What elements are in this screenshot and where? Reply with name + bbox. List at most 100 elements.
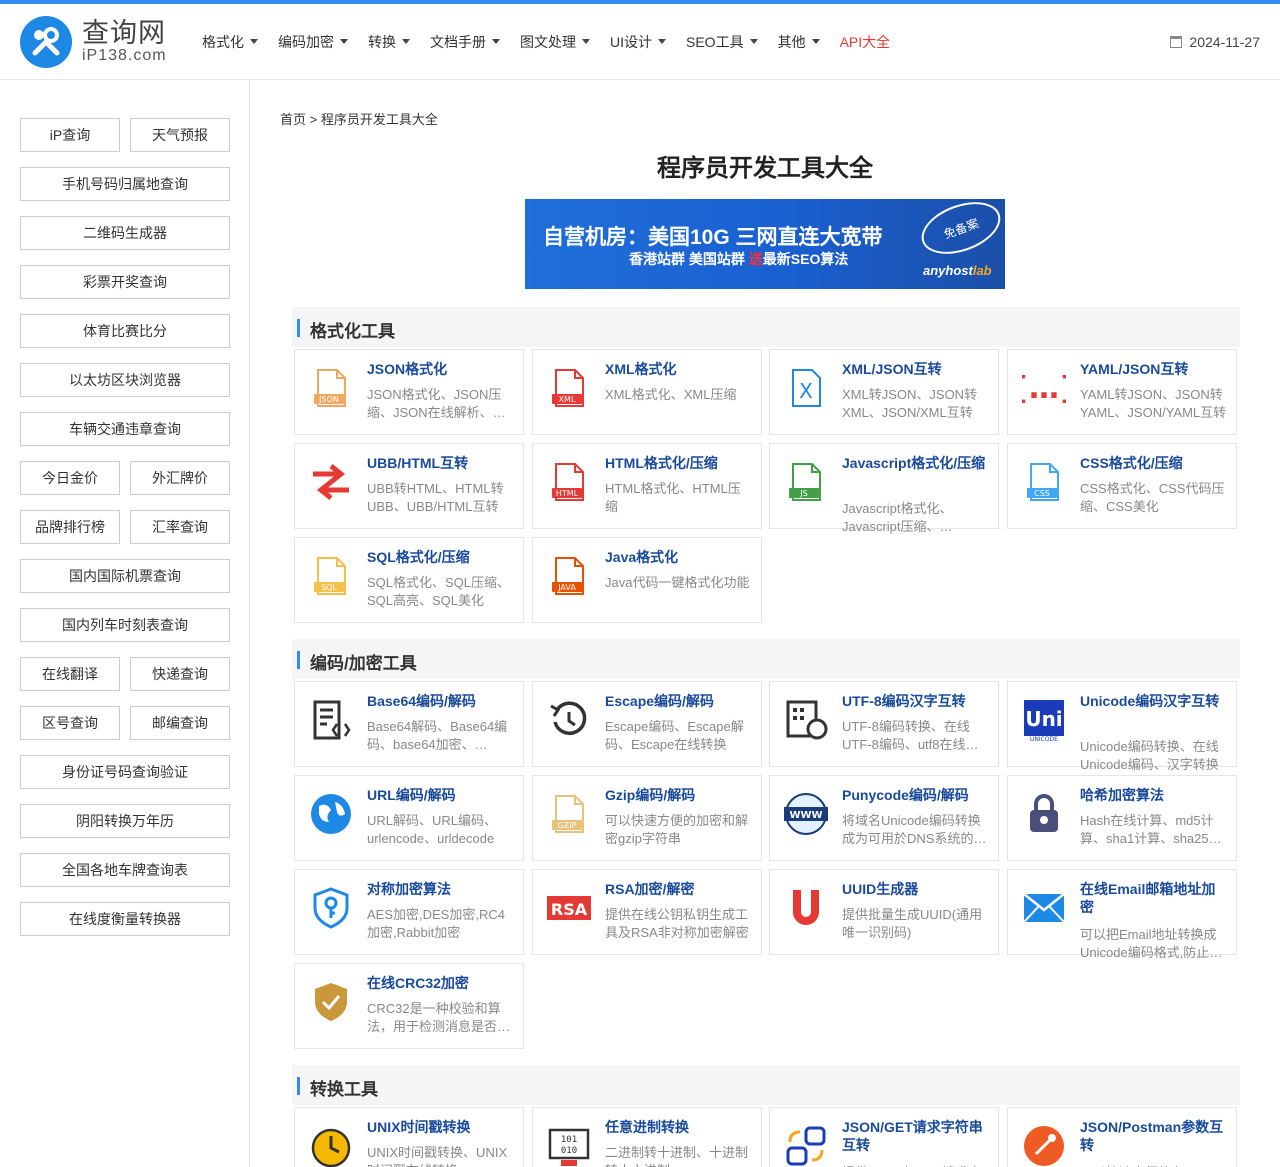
xml-file-icon: XML bbox=[547, 366, 591, 410]
sidebar-item[interactable]: 车辆交通违章查询 bbox=[20, 412, 230, 446]
tool-card[interactable]: UUID生成器 提供批量生成UUID(通用唯一识别码) bbox=[769, 869, 999, 955]
site-logo[interactable]: 查询网 iP138.com bbox=[20, 15, 190, 68]
tool-card[interactable]: JSON/Postman参数互转 可以快速方便的在JSON与Postman参数之… bbox=[1007, 1107, 1237, 1167]
java-file-icon: JAVA bbox=[547, 554, 591, 598]
tool-card[interactable]: 101010 任意进制转换 二进制转十进制、十进制转十六进制 bbox=[532, 1107, 762, 1167]
tool-card[interactable]: Base64编码/解码 Base64解码、Base64编码、base64加密、b… bbox=[294, 681, 524, 767]
tool-card[interactable]: SQL SQL格式化/压缩 SQL格式化、SQL压缩、SQL高亮、SQL美化 bbox=[294, 537, 524, 623]
nav-item-8[interactable]: API大全 bbox=[840, 32, 891, 52]
tool-card[interactable]: Uni UNICODE Unicode编码汉字互转 Unicode编码转换、在线U… bbox=[1007, 681, 1237, 772]
chevron-down-icon bbox=[340, 39, 348, 44]
nav-item-0[interactable]: 格式化 bbox=[202, 32, 258, 52]
chevron-down-icon bbox=[811, 39, 820, 44]
sidebar-item[interactable]: 邮编查询 bbox=[130, 706, 230, 740]
sidebar-item[interactable]: 汇率查询 bbox=[130, 510, 230, 544]
sql-file-icon: SQL bbox=[309, 554, 353, 598]
svg-text:HTML: HTML bbox=[556, 489, 579, 498]
nav-item-7[interactable]: 其他 bbox=[778, 32, 820, 52]
nav-item-label: 编码加密 bbox=[278, 33, 334, 50]
tool-card[interactable]: JAVA Java格式化 Java代码一键格式化功能 bbox=[532, 537, 762, 623]
sidebar-item[interactable]: 彩票开奖查询 bbox=[20, 265, 230, 299]
sidebar-item[interactable]: 在线翻译 bbox=[20, 657, 120, 691]
tool-card-title: CSS格式化/压缩 bbox=[1080, 455, 1183, 471]
tool-card[interactable]: 在线CRC32加密 CRC32是一种校验和算法，用于检测消息是否完整 bbox=[294, 963, 524, 1049]
banner-subline-c: 最新SEO算法 bbox=[762, 251, 849, 267]
tool-card[interactable]: UNIX时间戳转换 UNIX时间戳转换、UNIX时间戳在线转换 bbox=[294, 1107, 524, 1167]
tool-card[interactable]: 哈希加密算法 Hash在线计算、md5计算、sha1计算、sha256计算 bbox=[1007, 775, 1237, 861]
tool-card-desc: Escape编码、Escape解码、Escape在线转换 bbox=[605, 719, 744, 752]
sidebar-item[interactable]: 品牌排行榜 bbox=[20, 510, 120, 544]
tool-card-desc: UNIX时间戳转换、UNIX时间戳在线转换 bbox=[367, 1145, 508, 1167]
tool-card-desc: Java代码一键格式化功能 bbox=[605, 575, 750, 590]
tool-card[interactable]: XML XML格式化 XML格式化、XML压缩 bbox=[532, 349, 762, 435]
sidebar-item[interactable]: 在线度衡量转换器 bbox=[20, 902, 230, 936]
tool-card[interactable]: HTML HTML格式化/压缩 HTML格式化、HTML压缩 bbox=[532, 443, 762, 529]
tool-card[interactable]: WWW Punycode编码/解码 将域名Unicode编码转换成为可用於DNS… bbox=[769, 775, 999, 861]
tool-card[interactable]: JS Javascript格式化/压缩 Javascript格式化、Javasc… bbox=[769, 443, 999, 534]
tool-card-title: YAML/JSON互转 bbox=[1080, 361, 1189, 377]
nav-item-5[interactable]: UI设计 bbox=[610, 32, 666, 52]
nav-item-3[interactable]: 文档手册 bbox=[430, 32, 500, 52]
tool-card[interactable]: RSA RSA加密/解密 提供在线公钥私钥生成工具及RSA非对称加密解密 bbox=[532, 869, 762, 955]
sidebar-item[interactable]: 以太坊区块浏览器 bbox=[20, 363, 230, 397]
sidebar-item[interactable]: 体育比赛比分 bbox=[20, 314, 230, 348]
tool-card-title: Javascript格式化/压缩 bbox=[842, 455, 986, 471]
tool-card[interactable]: JSON JSON格式化 JSON格式化、JSON压缩、JSON在线解析、JSO… bbox=[294, 349, 524, 435]
css-file-icon: CSS bbox=[1022, 460, 1066, 504]
svg-text:CSS: CSS bbox=[1034, 489, 1050, 498]
tool-card[interactable]: UBB/HTML互转 UBB转HTML、HTML转UBB、UBB/HTML互转 bbox=[294, 443, 524, 529]
clock-icon bbox=[309, 1124, 353, 1167]
nav-item-4[interactable]: 图文处理 bbox=[520, 32, 590, 52]
page-title: 程序员开发工具大全 bbox=[657, 155, 873, 182]
tool-card[interactable]: URL编码/解码 URL解码、URL编码、urlencode、urldecode bbox=[294, 775, 524, 861]
wrench-logo-icon bbox=[20, 15, 72, 68]
gzip-file-icon: GZIP bbox=[547, 792, 591, 836]
sidebar-item[interactable]: iP查询 bbox=[20, 118, 120, 152]
sidebar-item[interactable]: 国内列车时刻表查询 bbox=[20, 608, 230, 642]
sidebar-item[interactable]: 国内国际机票查询 bbox=[20, 559, 230, 593]
tool-card-desc: JSON格式化、JSON压缩、JSON在线解析、JSON校验 bbox=[367, 387, 502, 420]
tool-card-title: UUID生成器 bbox=[842, 881, 919, 897]
tool-card[interactable]: {…} YAML/JSON互转 YAML转JSON、JSON转YAML、JSON… bbox=[1007, 349, 1237, 435]
banner-subline-a: 香港站群 美国站群 bbox=[629, 251, 749, 267]
rotate-arrow-icon bbox=[547, 698, 591, 742]
svg-text:GZIP: GZIP bbox=[558, 821, 577, 830]
tool-card[interactable]: 对称加密算法 AES加密,DES加密,RC4加密,Rabbit加密 bbox=[294, 869, 524, 955]
tool-card-desc: SQL格式化、SQL压缩、SQL高亮、SQL美化 bbox=[367, 575, 511, 608]
tool-card-desc: Javascript格式化、Javascript压缩、Javascript混淆 bbox=[842, 501, 953, 534]
nav-item-1[interactable]: 编码加密 bbox=[278, 32, 348, 52]
tool-card[interactable]: JSON/GET请求字符串互转 提供JSON与GET请求字符串互转 bbox=[769, 1107, 999, 1167]
sidebar-item[interactable]: 阴阳转换万年历 bbox=[20, 804, 230, 838]
sidebar-item[interactable]: 全国各地车牌查询表 bbox=[20, 853, 230, 887]
sidebar-item[interactable]: 手机号码归属地查询 bbox=[20, 167, 230, 201]
sidebar-item[interactable]: 今日金价 bbox=[20, 461, 120, 495]
breadcrumb[interactable]: 首页 > 程序员开发工具大全 bbox=[280, 109, 438, 128]
sidebar-item[interactable]: 快递查询 bbox=[130, 657, 230, 691]
sidebar-item[interactable]: 外汇牌价 bbox=[130, 461, 230, 495]
html-file-icon: HTML bbox=[547, 460, 591, 504]
date-display: 2024-11-27 bbox=[1170, 34, 1260, 50]
nav-item-6[interactable]: SEO工具 bbox=[686, 32, 758, 52]
tool-card[interactable]: X XML/JSON互转 XML转JSON、JSON转XML、JSON/XML互… bbox=[769, 349, 999, 435]
tool-card[interactable]: CSS CSS格式化/压缩 CSS格式化、CSS代码压缩、CSS美化 bbox=[1007, 443, 1237, 529]
www-icon: WWW bbox=[784, 792, 828, 836]
ad-banner[interactable]: 自营机房：美国10G 三网直连大宽带 香港站群 美国站群 送最新SEO算法 免备… bbox=[525, 199, 1005, 289]
section-bar bbox=[297, 319, 300, 337]
sidebar-item[interactable]: 身份证号码查询验证 bbox=[20, 755, 230, 789]
tool-card[interactable]: GZIP Gzip编码/解码 可以快速方便的加密和解密gzip字符串 bbox=[532, 775, 762, 861]
nav-item-2[interactable]: 转换 bbox=[368, 32, 410, 52]
chevron-down-icon bbox=[749, 39, 758, 44]
logo-title: 查询网 bbox=[82, 17, 166, 48]
chevron-down-icon bbox=[582, 39, 590, 44]
sidebar-item[interactable]: 天气预报 bbox=[130, 118, 230, 152]
tool-card[interactable]: UTF-8编码汉字互转 UTF-8编码转换、在线UTF-8编码、utf8在线转换 bbox=[769, 681, 999, 767]
section-title: 转换工具 bbox=[310, 1080, 378, 1099]
tool-card-title: URL编码/解码 bbox=[367, 787, 456, 803]
sidebar-item[interactable]: 二维码生成器 bbox=[20, 216, 230, 250]
tool-card-desc: XML转JSON、JSON转XML、JSON/XML互转 bbox=[842, 387, 978, 420]
tool-card-desc: 提供批量生成UUID(通用唯一识别码) bbox=[842, 907, 983, 940]
tool-card[interactable]: Escape编码/解码 Escape编码、Escape解码、Escape在线转换 bbox=[532, 681, 762, 767]
sidebar-item[interactable]: 区号查询 bbox=[20, 706, 120, 740]
tool-card[interactable]: 在线Email邮箱地址加密 可以把Email地址转换成Unicode编码格式,防… bbox=[1007, 869, 1237, 960]
svg-text:JSON: JSON bbox=[318, 395, 339, 404]
